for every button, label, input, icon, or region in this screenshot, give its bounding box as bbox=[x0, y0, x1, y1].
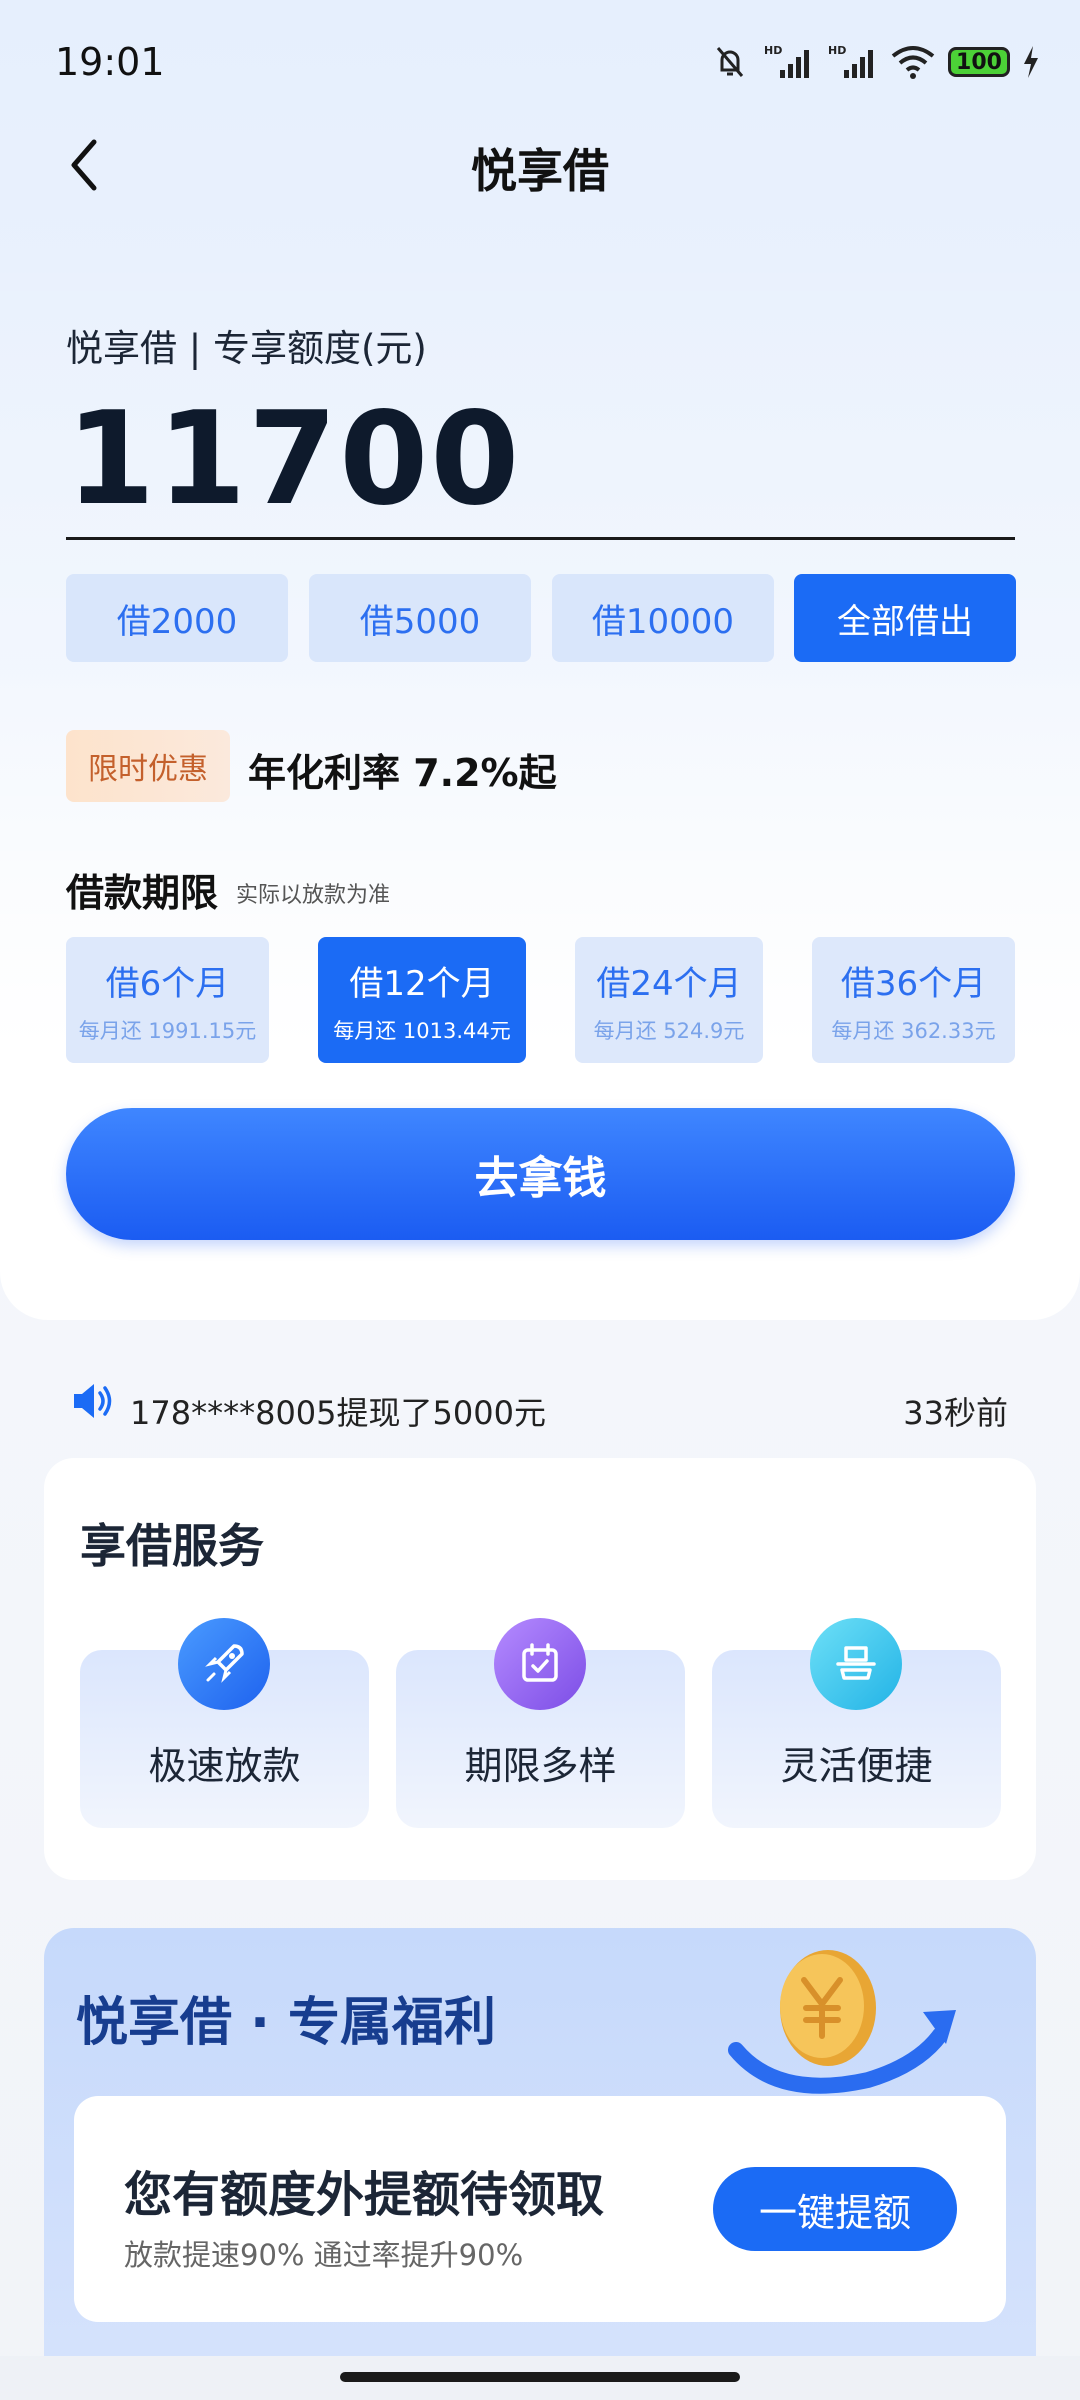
status-icons: HD HD 100 bbox=[710, 40, 1040, 84]
quota-label: 悦享借 | 专享额度(元) bbox=[66, 327, 427, 370]
yuan-coin-icon bbox=[728, 1950, 956, 2094]
services-title: 享借服务 bbox=[80, 1519, 264, 1573]
term-label: 借6个月 bbox=[105, 963, 230, 1004]
term-title: 借款期限 bbox=[66, 871, 219, 915]
term-option-24[interactable]: 借24个月 每月还 524.9元 bbox=[575, 937, 763, 1063]
page-title: 悦享借 bbox=[471, 144, 609, 198]
calendar-icon bbox=[494, 1618, 586, 1710]
stack-icon bbox=[810, 1618, 902, 1710]
promo-tag: 限时优惠 bbox=[66, 730, 230, 802]
term-label: 借36个月 bbox=[840, 963, 987, 1004]
term-label: 借12个月 bbox=[349, 963, 495, 1004]
service-label: 极速放款 bbox=[148, 1744, 301, 1788]
term-monthly: 每月还 1991.15元 bbox=[78, 1018, 257, 1043]
status-time: 19:01 bbox=[55, 40, 165, 84]
speaker-icon bbox=[74, 1384, 112, 1418]
signal-hd-icon: HD bbox=[764, 44, 809, 78]
offer-subtitle: 放款提速90% 通过率提升90% bbox=[124, 2238, 524, 2272]
home-indicator[interactable] bbox=[340, 2372, 740, 2382]
amount-option-10000[interactable]: 借10000 bbox=[552, 574, 774, 662]
term-option-6[interactable]: 借6个月 每月还 1991.15元 bbox=[66, 937, 269, 1063]
amount-option-5000[interactable]: 借5000 bbox=[309, 574, 531, 662]
benefit-title: 悦享借 · 专属福利 bbox=[76, 1993, 496, 2053]
amount-option-2000[interactable]: 借2000 bbox=[66, 574, 288, 662]
ticker-time: 33秒前 bbox=[903, 1394, 1008, 1432]
offer-title: 您有额度外提额待领取 bbox=[124, 2167, 605, 2223]
rate-text: 年化利率 7.2%起 bbox=[248, 751, 557, 795]
rocket-icon bbox=[178, 1618, 270, 1710]
raise-limit-button[interactable]: 一键提额 bbox=[713, 2167, 957, 2251]
ticker-text: 178****8005提现了5000元 bbox=[130, 1394, 546, 1432]
amount-underline bbox=[66, 537, 1015, 540]
get-money-button[interactable]: 去拿钱 bbox=[66, 1108, 1015, 1240]
term-note: 实际以放款为准 bbox=[236, 883, 391, 908]
term-monthly: 每月还 524.9元 bbox=[593, 1018, 745, 1043]
battery-icon: 100 bbox=[948, 47, 1010, 77]
wifi-icon bbox=[891, 46, 935, 79]
amount-option-all[interactable]: 全部借出 bbox=[794, 574, 1016, 662]
term-label: 借24个月 bbox=[596, 963, 742, 1004]
term-monthly: 每月还 1013.44元 bbox=[333, 1018, 511, 1043]
bell-mute-icon bbox=[716, 47, 744, 77]
term-monthly: 每月还 362.33元 bbox=[831, 1018, 996, 1043]
svg-text:HD: HD bbox=[828, 44, 846, 57]
term-option-12[interactable]: 借12个月 每月还 1013.44元 bbox=[318, 937, 526, 1063]
term-option-36[interactable]: 借36个月 每月还 362.33元 bbox=[812, 937, 1015, 1063]
signal-hd-icon: HD bbox=[828, 44, 873, 78]
service-label: 灵活便捷 bbox=[780, 1744, 933, 1788]
charging-icon bbox=[1024, 46, 1038, 78]
quota-amount[interactable]: 11700 bbox=[66, 385, 521, 534]
svg-text:HD: HD bbox=[764, 44, 782, 57]
service-label: 期限多样 bbox=[464, 1744, 617, 1788]
